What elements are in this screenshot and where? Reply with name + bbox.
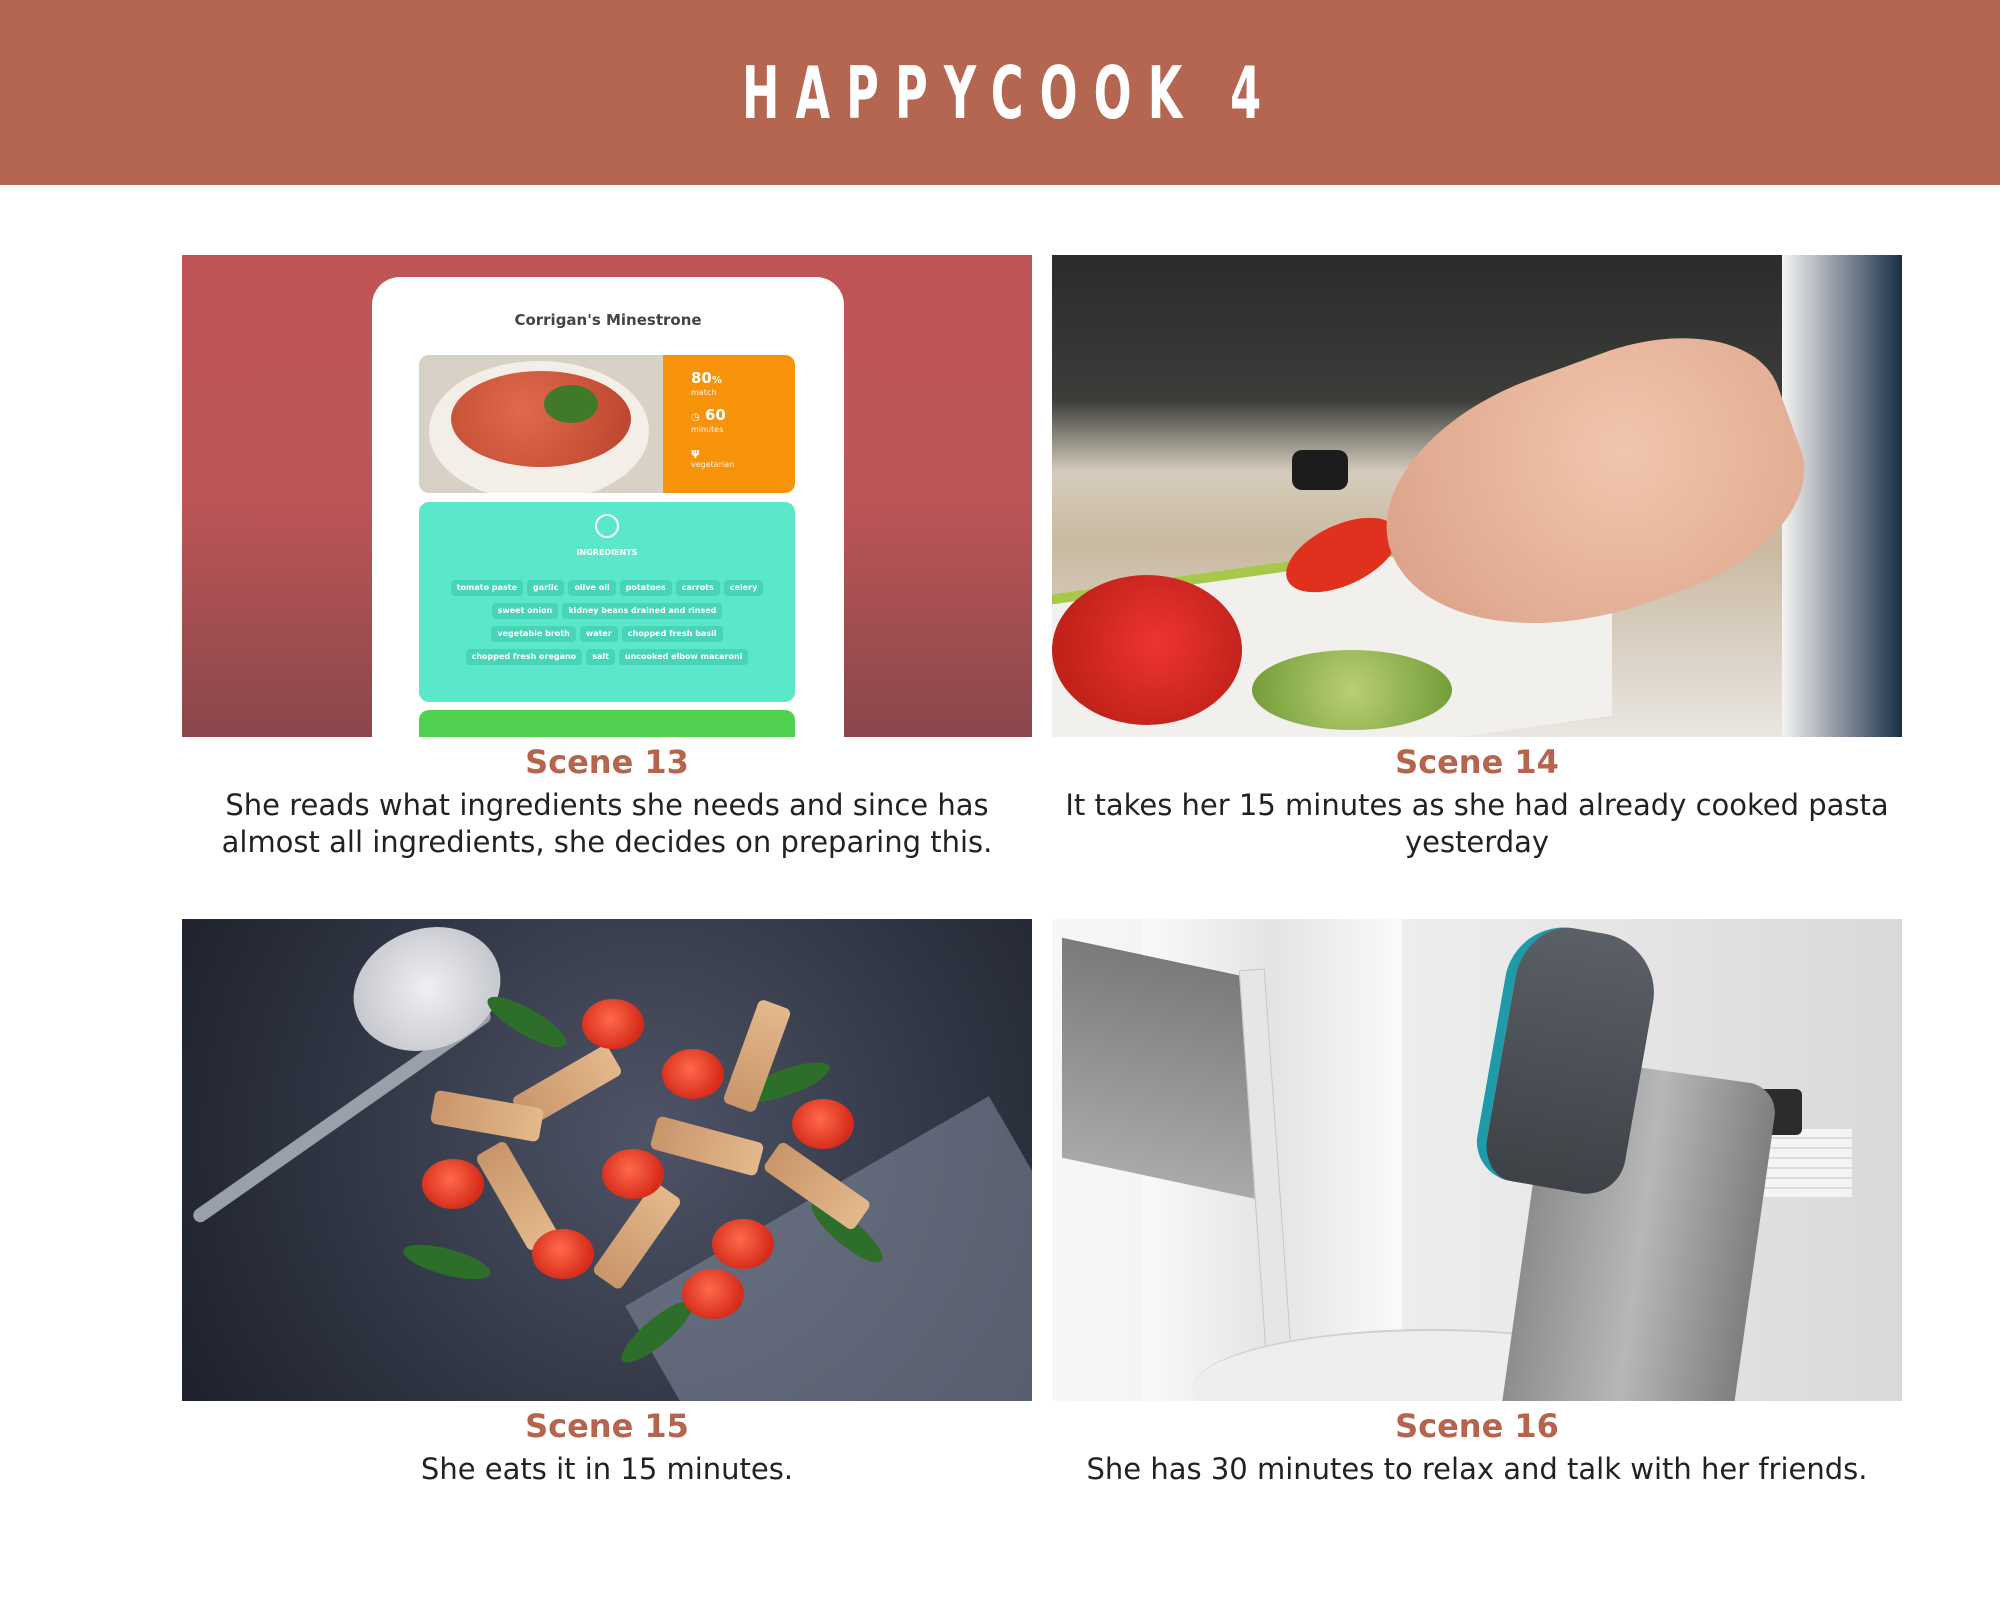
page-header: HAPPYCOOK 4: [0, 0, 2000, 185]
ingredient-tag: vegetable broth: [491, 626, 576, 642]
scene-16-image: [1052, 919, 1902, 1401]
ingredient-tag: chopped fresh oregano: [465, 649, 583, 665]
recipe-info-panel: 80% match ◷ 60 minutes ψ vegetarian: [663, 355, 795, 493]
ingredient-tag: uncooked elbow macaroni: [618, 649, 749, 665]
tomato-icon: [595, 514, 619, 538]
ingredient-tag: chopped fresh basil: [621, 626, 723, 642]
ingredient-tag: water: [579, 626, 618, 642]
scene-13-image: Corrigan's Minestrone 80% match ◷ 60 min…: [182, 255, 1032, 737]
diet-label: vegetarian: [691, 460, 735, 469]
scene-14-caption: Scene 14 It takes her 15 minutes as she …: [1052, 737, 1902, 861]
scene-15-title: Scene 15: [525, 1407, 689, 1445]
scene-15-image: [182, 919, 1032, 1401]
ingredient-tag: celery: [723, 580, 764, 596]
scene-13-title: Scene 13: [525, 743, 689, 781]
scene-14-title: Scene 14: [1395, 743, 1559, 781]
soup-photo: [419, 355, 663, 493]
scene-13-caption: Scene 13 She reads what ingredients she …: [182, 737, 1032, 861]
recipe-app-mockup: Corrigan's Minestrone 80% match ◷ 60 min…: [372, 277, 844, 737]
scene-16-title: Scene 16: [1395, 1407, 1559, 1445]
minutes-value: 60: [704, 406, 726, 424]
ingredients-heading: INGREDIENTS: [576, 548, 638, 557]
ingredient-tag: tomato paste: [450, 580, 524, 596]
clock-icon: ◷: [691, 412, 700, 423]
start-cooking-bar: [419, 710, 795, 737]
ingredient-tag: kidney beans drained and rinsed: [562, 603, 723, 619]
page-title: HAPPYCOOK 4: [742, 50, 1278, 135]
ingredient-tags: tomato paste garlic olive oil potatoes c…: [447, 579, 767, 671]
recipe-name: Corrigan's Minestrone: [514, 311, 702, 329]
match-value: 80: [691, 369, 712, 387]
scene-15-caption: Scene 15 She eats it in 15 minutes.: [182, 1401, 1032, 1488]
scene-16-caption: Scene 16 She has 30 minutes to relax and…: [1052, 1401, 1902, 1488]
minutes-label: minutes: [691, 425, 724, 434]
ingredient-tag: carrots: [675, 580, 720, 596]
ingredients-card: INGREDIENTS tomato paste garlic olive oi…: [419, 502, 795, 702]
scene-14-description: It takes her 15 minutes as she had alrea…: [1065, 788, 1889, 859]
ingredient-tag: garlic: [527, 580, 565, 596]
scene-14-image: [1052, 255, 1902, 737]
scene-15-description: She eats it in 15 minutes.: [420, 1452, 794, 1486]
match-unit: %: [711, 375, 722, 386]
scene-13-description: She reads what ingredients she needs and…: [221, 788, 993, 859]
fork-knife-icon: ψ: [691, 446, 700, 459]
match-label: match: [691, 388, 717, 397]
ingredient-tag: salt: [586, 649, 615, 665]
ingredient-tag: sweet onion: [491, 603, 559, 619]
ingredient-tag: olive oil: [568, 580, 616, 596]
recipe-summary-card: 80% match ◷ 60 minutes ψ vegetarian: [419, 355, 795, 493]
ingredient-tag: potatoes: [619, 580, 672, 596]
scene-16-description: She has 30 minutes to relax and talk wit…: [1086, 1452, 1868, 1486]
